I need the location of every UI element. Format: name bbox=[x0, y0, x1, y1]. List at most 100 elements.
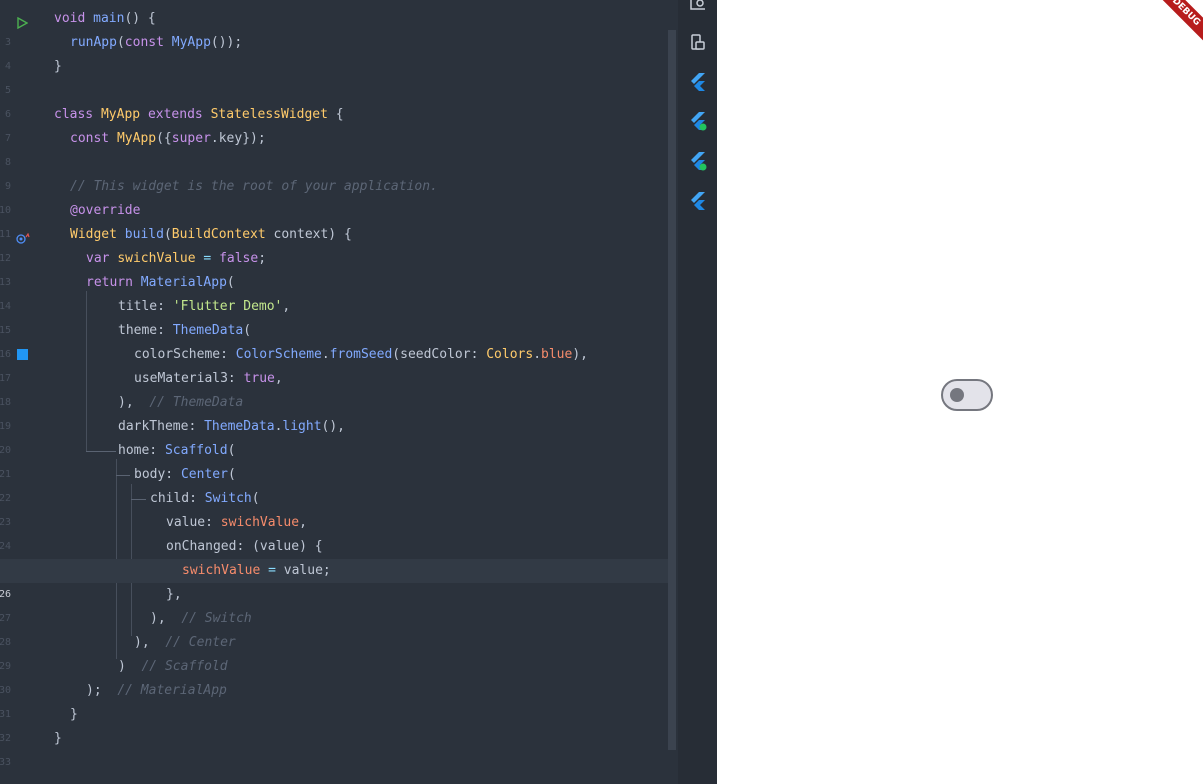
code-token: const bbox=[70, 131, 110, 146]
code-token: ; bbox=[258, 251, 267, 266]
code-token: swichValue bbox=[220, 515, 300, 530]
code-line[interactable]: 22 body: Center( bbox=[0, 463, 668, 504]
code-line[interactable]: 31 ); // MaterialApp bbox=[0, 679, 668, 720]
code-token: false bbox=[219, 251, 259, 266]
code-line[interactable]: 28 ), // Switch bbox=[0, 607, 668, 648]
code-line[interactable]: 13 var swichValue = false; bbox=[0, 247, 668, 288]
code-token: ( bbox=[226, 275, 235, 290]
flutter-icon[interactable] bbox=[688, 72, 708, 92]
code-token: true bbox=[243, 371, 275, 386]
code-line[interactable]: 15 title: 'Flutter Demo', bbox=[0, 295, 668, 336]
code-line[interactable]: 16 theme: ThemeData( bbox=[0, 319, 668, 360]
code-line[interactable]: 12 Widget build(BuildContext context) { bbox=[0, 223, 668, 264]
code-token: } bbox=[54, 731, 62, 746]
editor-scrollbar[interactable] bbox=[668, 30, 676, 750]
widget-inspector-icon[interactable] bbox=[688, 0, 708, 14]
code-comment: // MaterialApp bbox=[117, 683, 227, 698]
code-token: ThemeData bbox=[172, 323, 244, 338]
code-line[interactable]: 18 useMaterial3: true, bbox=[0, 367, 668, 408]
code-line[interactable]: 23 child: Switch( bbox=[0, 487, 668, 528]
code-token: ( bbox=[243, 323, 252, 338]
current-code-line[interactable]: 26 swichValue = value; bbox=[0, 559, 668, 600]
code-line[interactable]: 30 ) // Scaffold bbox=[0, 655, 668, 696]
app-preview: DEBUG bbox=[717, 0, 1203, 784]
code-token: , bbox=[274, 371, 283, 386]
code-token: ); bbox=[86, 683, 102, 698]
code-line[interactable]: 8 const MyApp({super.key}); bbox=[0, 127, 668, 168]
code-token: ( bbox=[116, 35, 125, 50]
code-line[interactable]: 20 darkTheme: ThemeData.light(), bbox=[0, 415, 668, 456]
override-icon[interactable] bbox=[16, 230, 30, 244]
code-token: ThemeData bbox=[204, 419, 275, 434]
run-icon[interactable] bbox=[16, 14, 29, 30]
code-token: (value) { bbox=[252, 539, 323, 554]
code-token: StatelessWidget bbox=[210, 107, 328, 122]
code-token: BuildContext bbox=[171, 227, 266, 242]
device-icon[interactable] bbox=[688, 32, 708, 52]
code-line[interactable]: 6 bbox=[0, 79, 668, 120]
code-token: class bbox=[54, 107, 94, 122]
code-token: MyApp bbox=[116, 131, 157, 146]
code-line[interactable]: 33 } bbox=[0, 727, 668, 768]
code-token: build bbox=[124, 227, 164, 242]
flutter-hot-restart-icon[interactable] bbox=[688, 151, 708, 171]
code-token: ) bbox=[118, 659, 126, 674]
code-token: . bbox=[321, 347, 330, 362]
code-line[interactable]: 9 bbox=[0, 151, 668, 192]
code-token: ColorScheme bbox=[235, 347, 322, 362]
code-token: ()); bbox=[210, 35, 243, 50]
code-token: onChanged: bbox=[166, 539, 245, 554]
code-token: main bbox=[93, 11, 125, 26]
code-token: var bbox=[86, 251, 110, 266]
switch-thumb[interactable] bbox=[950, 388, 964, 402]
code-line[interactable]: 21 home: Scaffold( bbox=[0, 439, 668, 480]
code-token: .key}); bbox=[210, 131, 266, 146]
code-line[interactable]: 11 @override bbox=[0, 199, 668, 240]
code-token: = bbox=[268, 563, 276, 578]
code-comment: // Scaffold bbox=[141, 659, 228, 674]
code-token: } bbox=[54, 59, 62, 74]
code-line[interactable]: 14 return MaterialApp( bbox=[0, 271, 668, 312]
code-line[interactable]: 7 class MyApp extends StatelessWidget { bbox=[0, 103, 668, 144]
code-line[interactable]: 25 onChanged: (value) { bbox=[0, 535, 668, 576]
code-line[interactable]: 5 } bbox=[0, 55, 668, 96]
code-token: Colors bbox=[486, 347, 534, 362]
code-line[interactable]: 19 ), // ThemeData bbox=[0, 391, 668, 432]
code-token: ({ bbox=[156, 131, 172, 146]
code-token: ), bbox=[572, 347, 588, 362]
code-line[interactable]: 27 }, bbox=[0, 583, 668, 624]
code-token: theme: bbox=[118, 323, 165, 338]
flutter-hot-reload-icon[interactable] bbox=[688, 111, 708, 131]
code-line[interactable]: 32 } bbox=[0, 703, 668, 744]
code-token: light bbox=[282, 419, 322, 434]
code-line[interactable]: 10 // This widget is the root of your ap… bbox=[0, 175, 668, 216]
code-token: = bbox=[203, 251, 212, 266]
code-editor[interactable]: 3 void main() { 4 runApp(const MyApp());… bbox=[0, 0, 668, 784]
flutter-tool-strip bbox=[678, 0, 717, 784]
code-token: MyApp bbox=[171, 35, 211, 50]
code-line[interactable]: 4 runApp(const MyApp()); bbox=[0, 31, 668, 72]
code-token: MaterialApp bbox=[140, 275, 227, 290]
switch-toggle[interactable] bbox=[941, 379, 993, 411]
code-token: MyApp bbox=[100, 107, 141, 122]
code-token: ), bbox=[134, 635, 150, 650]
code-token: darkTheme: bbox=[118, 419, 197, 434]
code-token: super bbox=[171, 131, 211, 146]
flutter-devtools-icon[interactable] bbox=[688, 191, 708, 211]
code-token: swichValue bbox=[117, 251, 196, 266]
code-token: home: bbox=[118, 443, 158, 458]
code-token: Scaffold bbox=[164, 443, 228, 458]
code-token: Widget bbox=[70, 227, 117, 242]
code-token: (seedColor: bbox=[392, 347, 479, 362]
code-token: ( bbox=[163, 227, 172, 242]
code-token: ), bbox=[118, 395, 134, 410]
code-token: , bbox=[299, 515, 307, 530]
code-line[interactable]: 24 value: swichValue, bbox=[0, 511, 668, 552]
code-line[interactable]: 17 colorScheme: ColorScheme.fromSeed(see… bbox=[0, 343, 668, 384]
code-line[interactable]: 3 void main() { bbox=[0, 7, 668, 48]
code-token: swichValue bbox=[182, 563, 261, 578]
code-token: void bbox=[54, 11, 86, 26]
color-swatch-icon[interactable] bbox=[17, 349, 28, 360]
code-line[interactable]: 29 ), // Center bbox=[0, 631, 668, 672]
code-comment: // This widget is the root of your appli… bbox=[70, 179, 438, 194]
